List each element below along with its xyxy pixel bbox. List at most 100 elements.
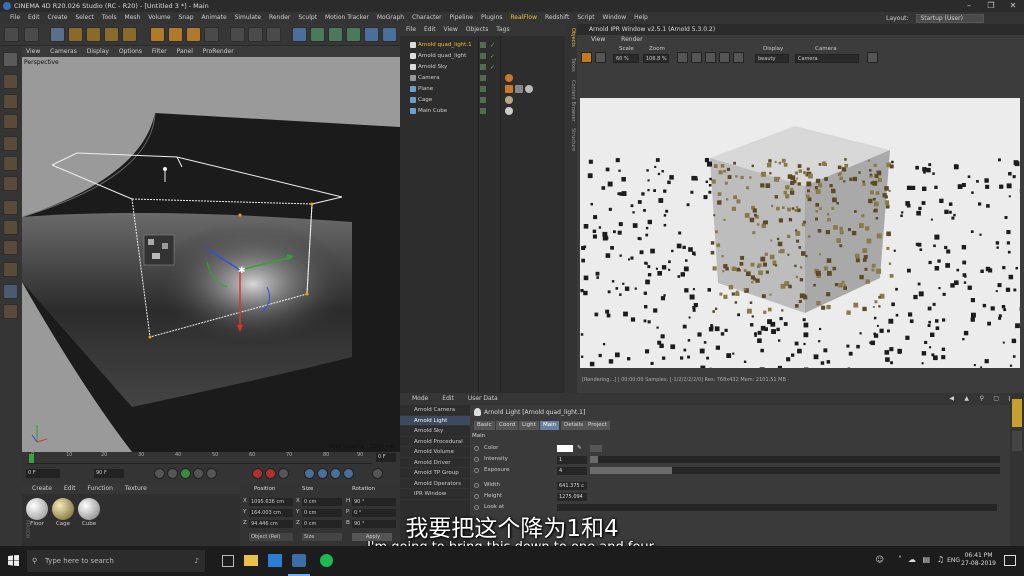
om-menu-edit[interactable]: Edit [424,26,436,33]
checker-tag-icon[interactable] [515,85,523,93]
perspective-viewport[interactable]: ✱ Perspective Grid Spacing : 1000 cm [22,57,400,452]
viewport-menu-filter[interactable]: Filter [152,48,167,55]
network-icon[interactable]: ▤ [922,555,930,564]
object-row[interactable]: Main Cube [400,106,565,116]
volume-icon[interactable]: ♫ [937,555,944,564]
position-key-icon[interactable] [304,468,315,479]
scale-tool-icon[interactable] [86,27,101,42]
color-swatch[interactable] [557,445,573,452]
rotate-tool-icon[interactable] [104,27,119,42]
z-axis-lock-icon[interactable] [186,27,201,42]
search-icon[interactable]: ⚲ [980,393,984,405]
locked-workplane-icon[interactable] [3,304,18,319]
animate-param-icon[interactable] [474,483,479,488]
notifications-icon[interactable] [1004,555,1016,566]
ipr-snapshot-icon[interactable] [867,52,878,63]
model-mode-icon[interactable] [3,74,18,89]
render-settings-icon[interactable] [266,27,281,42]
menu-script[interactable]: Script [577,14,594,21]
visibility-toggle[interactable] [480,64,486,70]
object-row[interactable]: Plane [400,84,565,94]
category-arnold-volume[interactable]: Arnold Volume [400,447,470,458]
tab-coord[interactable]: Coord [496,421,519,430]
taskbar-search-box[interactable]: ⚲ Type here to search ♪ [27,550,205,572]
tag-icon[interactable] [505,85,513,93]
tab-details[interactable]: Details [561,421,587,430]
category-arnold-operators[interactable]: Arnold Operators [400,479,470,489]
menu-snap[interactable]: Snap [178,14,193,21]
category-arnold-procedural[interactable]: Arnold Procedural [400,437,470,447]
tab-structure[interactable]: Structure [566,128,576,151]
make-editable-icon[interactable] [3,52,18,67]
ipr-menu-render[interactable]: Render [621,36,642,43]
enabled-check-icon[interactable]: ✓ [490,63,495,73]
menu-plugins[interactable]: Plugins [481,14,503,21]
tab-takes[interactable]: Takes [566,58,576,72]
attr-menu-user-data[interactable]: User Data [468,395,498,402]
param-key-icon[interactable] [343,468,354,479]
category-arnold-driver[interactable]: Arnold Driver [400,458,470,468]
menu-motion-tracker[interactable]: Motion Tracker [325,14,369,21]
y-axis-lock-icon[interactable] [168,27,183,42]
ipr-pick-icon[interactable] [733,52,744,63]
attr-menu-mode[interactable]: Mode [412,395,428,402]
height-field[interactable]: 1275.094 [557,493,587,501]
system-clock[interactable]: 06:41 PM 27-08-2019 [961,552,996,568]
visibility-toggle[interactable] [480,86,486,92]
up-arrow-icon[interactable]: ▲ [964,393,969,405]
render-view-icon[interactable] [230,27,245,42]
size-x-field[interactable]: 0 cm [302,498,342,506]
current-frame-field[interactable]: 0 F [376,453,396,462]
material-tag-icon[interactable] [505,96,513,104]
enable-axis-icon[interactable] [3,200,18,215]
menu-realflow[interactable]: RealFlow [510,14,537,21]
enabled-check-icon[interactable]: ✓ [490,52,495,62]
menu-render[interactable]: Render [269,14,290,21]
exposure-field[interactable]: 4 [557,467,587,475]
zoom-field[interactable]: 106.8 % [643,54,669,63]
rotation-h-field[interactable]: 90 ° [352,498,396,506]
ipr-menu-view[interactable]: View [591,36,605,43]
points-mode-icon[interactable] [3,136,18,151]
ipr-lock-icon[interactable] [719,52,730,63]
store-icon[interactable] [268,554,282,567]
om-menu-file[interactable]: File [406,26,416,33]
intensity-field[interactable]: 1 [557,456,587,464]
menu-sculpt[interactable]: Sculpt [298,14,317,21]
rotation-key-icon[interactable] [330,468,341,479]
tab-basic[interactable]: Basic [474,421,495,430]
menu-redshift[interactable]: Redshift [545,14,569,21]
material-menu-texture[interactable]: Texture [125,485,147,492]
microphone-icon[interactable]: ♪ [195,550,199,572]
menu-help[interactable]: Help [634,14,648,21]
end-frame-field[interactable]: 90 F [94,469,124,478]
viewport-menu-options[interactable]: Options [119,48,142,55]
menu-mesh[interactable]: Mesh [125,14,141,21]
menu-select[interactable]: Select [75,14,94,21]
camera-tag-icon[interactable] [505,74,513,82]
visibility-toggle[interactable] [480,42,486,48]
viewport-menu-prorender[interactable]: ProRender [203,48,234,55]
exposure-slider[interactable] [590,467,1000,474]
menu-character[interactable]: Character [412,14,442,21]
render-picture-viewer-icon[interactable] [248,27,263,42]
material-menu-create[interactable]: Create [32,485,52,492]
color-expand-button[interactable] [590,445,602,452]
animate-param-icon[interactable] [474,457,479,462]
category-arnold-light[interactable]: Arnold Light [400,415,470,426]
cube-object-icon[interactable] [292,27,307,42]
intensity-slider[interactable] [590,456,1000,463]
autokey-icon[interactable] [265,468,276,479]
solo-icon[interactable] [3,262,18,277]
ipr-grid-icon[interactable] [691,52,702,63]
x-axis-lock-icon[interactable] [150,27,165,42]
menu-window[interactable]: Window [603,14,627,21]
ipr-crop-icon[interactable] [677,52,688,63]
timeline-ruler[interactable]: 0 10 20 30 40 50 60 70 80 90 [27,452,372,464]
ipr-region-icon[interactable] [705,52,716,63]
timeline-menu-icon[interactable] [372,468,383,479]
position-x-field[interactable]: 1095.636 cm [249,498,293,506]
cloner-icon[interactable] [346,27,361,42]
viewport-menu-cameras[interactable]: Cameras [50,48,77,55]
spotify-icon[interactable] [320,554,333,567]
